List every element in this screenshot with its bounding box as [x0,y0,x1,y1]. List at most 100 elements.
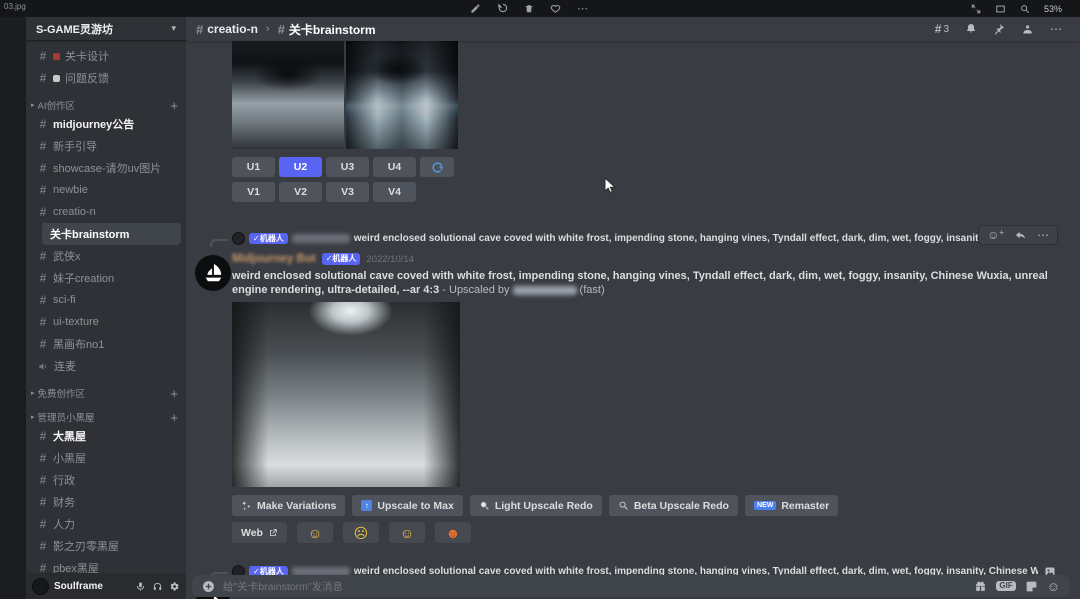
gear-icon[interactable] [169,581,180,592]
u2-button[interactable]: U2 [279,157,322,177]
server-header[interactable]: S-GAME灵游坊 ▾ [26,17,186,41]
u3-button[interactable]: U3 [326,157,369,177]
sidebar-item-small-black-room[interactable]: # 小黑屋 [26,447,186,469]
category-free-creation[interactable]: ▸ 免费创作区 + [26,385,186,401]
sidebar-item-pbex-room[interactable]: # pbex黑屋 [26,557,186,573]
chevron-down-icon: ▾ [171,23,176,33]
hash-icon: # [39,429,47,443]
sidebar-item-wuxia[interactable]: # 武侠x [26,245,186,267]
category-ai-creation[interactable]: ▸ AI创作区 + [26,97,186,113]
zoom-icon[interactable] [1020,4,1030,14]
breadcrumb-channel[interactable]: creatio-n [207,22,258,36]
web-link-button[interactable]: Web [232,522,287,543]
attach-plus-icon[interactable] [202,580,215,593]
v2-button[interactable]: V2 [279,182,322,202]
chat-main: # creatio-n › # 关卡brainstorm # 3 ⋯ U1 U2… [186,17,1080,599]
favorite-icon[interactable] [550,3,561,14]
redacted-username [291,234,350,243]
category-admin-room[interactable]: ▸ 管理员小黑屋 + [26,409,186,425]
avatar[interactable] [32,577,49,595]
v3-button[interactable]: V3 [326,182,369,202]
more-icon[interactable]: ⋯ [1037,228,1049,242]
u1-button[interactable]: U1 [232,157,275,177]
sidebar-item-level-brainstorm-thread[interactable]: 关卡brainstorm [42,223,181,245]
hash-icon: # [39,293,47,307]
grid-image-right[interactable] [346,41,458,149]
sidebar-item-big-black-room[interactable]: # 大黑屋 [26,425,186,447]
variations-icon [241,500,252,511]
sidebar-item-creation[interactable]: # creatio-n [26,201,186,223]
headphones-icon[interactable] [152,581,163,592]
reaction-smiley-button[interactable]: ☺ [296,522,333,543]
bot-badge: ✓机器人 [321,253,361,265]
hash-icon: # [39,183,47,197]
member-list-icon[interactable] [1021,23,1034,35]
reply-context[interactable]: ✓机器人 weird enclosed solutional cave cove… [210,231,1046,247]
notifications-button[interactable] [965,23,977,35]
message-composer[interactable]: 给"关卡brainstorm"发消息 GIF ☺ [192,575,1070,597]
add-reaction-icon[interactable]: ☺+ [987,229,1004,242]
sidebar-item-beginner-guide[interactable]: # 新手引导 [26,135,186,157]
upscale-to-max-button[interactable]: ↑ Upscale to Max [352,495,463,516]
composer-placeholder: 给"关卡brainstorm"发消息 [223,580,344,593]
remaster-button[interactable]: NEW Remaster [744,495,839,516]
external-link-icon [268,528,278,538]
beta-upscale-redo-button[interactable]: Beta Upscale Redo [608,495,738,516]
message-scroll-area[interactable]: U1 U2 U3 U4 V1 V2 V3 V4 ✓机器人 weird enclo… [186,41,1080,599]
reaction-smile-button[interactable]: ☺ [388,522,425,543]
light-upscale-redo-button[interactable]: Light Upscale Redo [469,495,602,516]
add-channel-icon[interactable]: + [170,99,178,112]
gif-picker-icon[interactable]: GIF [996,580,1016,592]
sidebar-item-finance[interactable]: # 财务 [26,491,186,513]
fit-screen-icon[interactable] [971,4,981,14]
bot-username[interactable]: Midjourney Bot [232,253,316,265]
hash-icon: # [39,205,47,219]
more-icon[interactable]: ⋯ [1050,22,1062,36]
sidebar-item-admin[interactable]: # 行政 [26,469,186,491]
gift-icon[interactable] [974,580,987,593]
sidebar-item-voice-lianmai[interactable]: 连麦 [26,355,186,377]
sidebar-item-midjourney-announce[interactable]: # midjourney公告 [26,113,186,135]
channel-sidebar: S-GAME灵游坊 ▾ # 关卡设计 # 问题反馈 ▸ AI创作区 + # mi… [26,17,186,599]
v4-button[interactable]: V4 [373,182,416,202]
sidebar-item-level-design[interactable]: # 关卡设计 [26,45,186,67]
more-options-icon[interactable]: ⋯ [577,2,588,15]
reply-icon[interactable] [1014,230,1027,241]
add-channel-icon[interactable]: + [170,411,178,424]
midjourney-bot-avatar[interactable] [195,255,231,291]
sidebar-item-ui-texture[interactable]: # ui-texture [26,311,186,333]
edit-icon[interactable] [470,3,481,14]
make-variations-button[interactable]: Make Variations [232,495,346,516]
actual-size-icon[interactable] [995,4,1006,14]
sidebar-item-girl-creation[interactable]: # 妹子creation [26,267,186,289]
sticker-icon[interactable] [1025,580,1038,593]
reaction-frowning-button[interactable]: ☹ [342,522,379,543]
midjourney-grid-image[interactable] [232,41,458,149]
server-name: S-GAME灵游坊 [36,23,113,36]
hash-icon: # [39,561,47,573]
mic-icon[interactable] [135,581,146,592]
message-header: Midjourney Bot ✓机器人 2022/10/14 [232,253,414,265]
hash-icon: # [39,539,47,553]
hash-icon: # [196,21,204,37]
pin-icon[interactable] [993,23,1005,35]
upscaled-image[interactable] [232,302,460,487]
reaction-heart-eyes-button[interactable]: ☻ [434,522,471,543]
sidebar-item-blade-room[interactable]: # 影之刃零黑屋 [26,535,186,557]
sidebar-item-hr[interactable]: # 人力 [26,513,186,535]
sidebar-item-feedback[interactable]: # 问题反馈 [26,67,186,89]
reroll-button[interactable] [420,157,454,177]
delete-icon[interactable] [524,3,534,14]
u4-button[interactable]: U4 [373,157,416,177]
sidebar-item-newbie[interactable]: # newbie [26,179,186,201]
category-arrow-icon: ▸ [31,102,35,109]
rotate-icon[interactable] [497,3,508,14]
emoji-picker-icon[interactable]: ☺ [1047,580,1060,593]
sidebar-item-black-canvas[interactable]: # 黑画布no1 [26,333,186,355]
grid-image-left[interactable] [232,41,344,149]
add-channel-icon[interactable]: + [170,387,178,400]
sidebar-item-scifi[interactable]: # sci-fi [26,289,186,311]
threads-button[interactable]: # 3 [935,22,949,36]
v1-button[interactable]: V1 [232,182,275,202]
sidebar-item-showcase[interactable]: # showcase-请勿uv图片 [26,157,186,179]
